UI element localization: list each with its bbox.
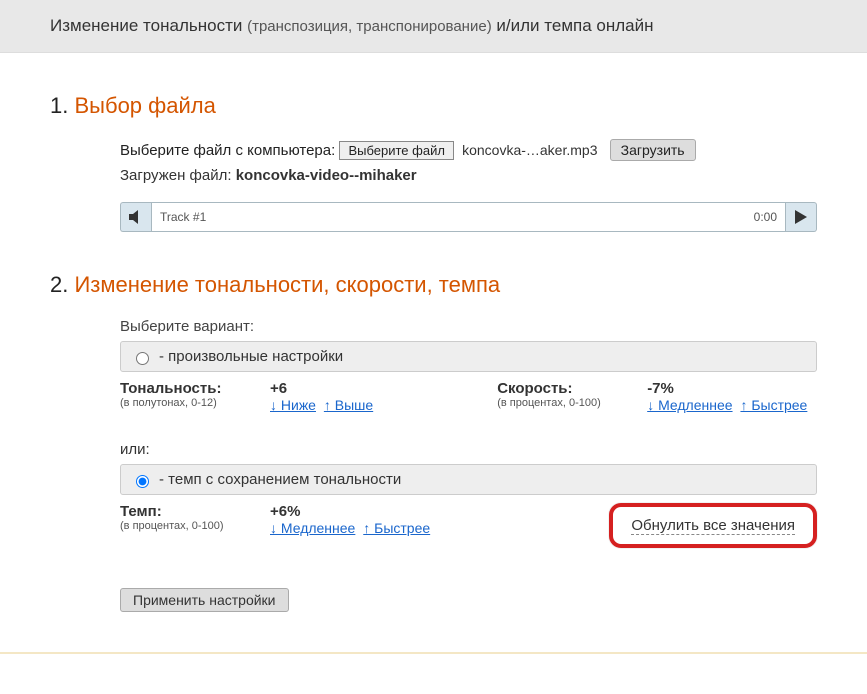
section2-title-text: Изменение тональности, скорости, темпа [74,272,500,297]
section1-title: 1. Выбор файла [50,93,817,119]
tempo-slower-link[interactable]: ↓ Медленнее [270,520,355,536]
option-tempo-preserve[interactable]: - темп с сохранением тональности [120,464,817,495]
pitch-higher-link[interactable]: ↑ Выше [324,397,373,413]
or-label: или: [120,441,817,458]
upload-button[interactable]: Загрузить [610,139,696,161]
option-custom-label: - произвольные настройки [159,348,343,365]
audio-player: Track #1 0:00 [120,202,817,232]
play-icon [795,210,807,224]
option-tempo-label: - темп с сохранением тональности [159,471,401,488]
speed-label: Скорость: [497,380,637,397]
speed-slower-link[interactable]: ↓ Медленнее [647,397,732,413]
page-header: Изменение тональности (транспозиция, тра… [0,0,867,53]
speed-hint: (в процентах, 0-100) [497,397,637,409]
tempo-hint: (в процентах, 0-100) [120,520,260,532]
section2-num: 2. [50,272,68,297]
section1-num: 1. [50,93,68,118]
loaded-file-row: Загружен файл: koncovka-video--mihaker [120,167,817,184]
tempo-faster-link[interactable]: ↑ Быстрее [363,520,430,536]
file-choose-label: Выберите файл с компьютера: [120,142,335,159]
section1-title-text: Выбор файла [74,93,215,118]
player-play-button[interactable] [786,202,817,232]
player-time: 0:00 [754,210,777,224]
pitch-label: Тональность: [120,380,260,397]
tempo-label: Темп: [120,503,260,520]
reset-all-link[interactable]: Обнулить все значения [631,517,795,535]
footer-bar [0,652,867,694]
pitch-hint: (в полутонах, 0-12) [120,397,260,409]
file-choose-row: Выберите файл с компьютера: Выберите фай… [120,139,817,161]
pitch-lower-link[interactable]: ↓ Ниже [270,397,316,413]
reset-highlight: Обнулить все значения [609,503,817,548]
section2-title: 2. Изменение тональности, скорости, темп… [50,272,817,298]
pitch-value: +6 [270,380,320,397]
file-select-button[interactable]: Выберите файл [339,141,453,160]
header-title-sub: (транспозиция, транспонирование) [247,18,492,35]
speed-faster-link[interactable]: ↑ Быстрее [740,397,807,413]
player-stop-button[interactable] [120,202,151,232]
chosen-filename: koncovka-…aker.mp3 [462,142,597,158]
player-track-label: Track #1 [160,210,206,224]
speaker-icon [129,210,143,224]
radio-custom[interactable] [136,352,149,365]
header-title-main: Изменение тональности [50,16,247,35]
radio-tempo[interactable] [136,475,149,488]
header-title-tail: и/или темпа онлайн [492,16,654,35]
apply-settings-button[interactable]: Применить настройки [120,588,289,612]
player-track[interactable]: Track #1 0:00 [151,202,786,232]
option-custom-settings[interactable]: - произвольные настройки [120,341,817,372]
choose-variant-label: Выберите вариант: [120,318,817,335]
tempo-value: +6% [270,503,320,520]
speed-value: -7% [647,380,697,397]
loaded-file-prefix: Загружен файл: [120,167,236,184]
loaded-file-name: koncovka-video--mihaker [236,167,417,184]
